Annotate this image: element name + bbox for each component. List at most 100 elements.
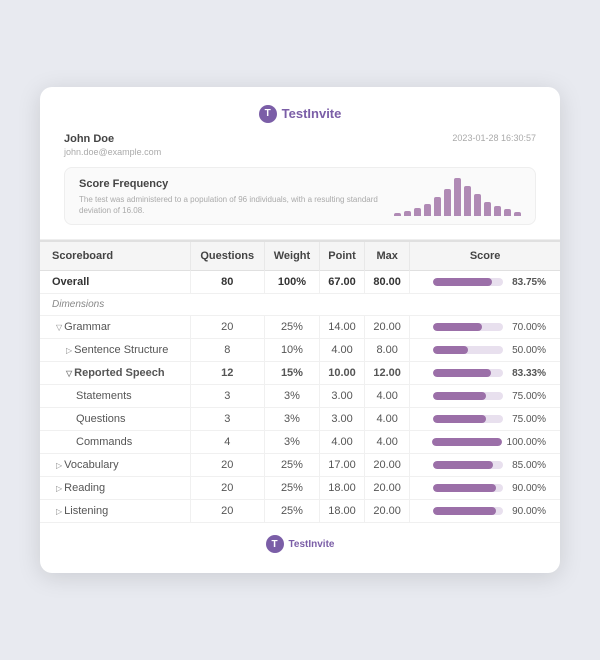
table-header-row: Scoreboard Questions Weight Point Max Sc… <box>40 241 560 271</box>
logo: T TestInvite <box>259 105 342 123</box>
row-weight: 3% <box>264 385 319 408</box>
row-max: 4.00 <box>365 431 410 454</box>
row-score: 90.00% <box>410 500 560 523</box>
score-frequency-box: Score Frequency The test was administere… <box>64 167 536 225</box>
row-label: ▷Reading <box>40 477 190 500</box>
row-questions: 20 <box>190 454 264 477</box>
table-row: Questions 3 3% 3.00 4.00 75.00% <box>40 408 560 431</box>
score-cell: 75.00% <box>416 391 554 402</box>
pct-label: 75.00% <box>508 414 546 425</box>
footer-logo: T TestInvite <box>266 535 335 553</box>
table-row: ▷Listening 20 25% 18.00 20.00 90.00% <box>40 500 560 523</box>
bar <box>414 208 421 216</box>
row-score: 85.00% <box>410 454 560 477</box>
progress-bar-fill <box>433 461 493 469</box>
row-weight: 10% <box>264 339 319 362</box>
user-info-row: John Doe 2023-01-28 16:30:57 <box>64 133 536 145</box>
row-point: 3.00 <box>319 408 364 431</box>
chevron-down-icon[interactable]: ▽ <box>56 323 62 332</box>
score-table: Scoreboard Questions Weight Point Max Sc… <box>40 240 560 523</box>
row-label: Commands <box>40 431 190 454</box>
row-weight: 15% <box>264 362 319 385</box>
row-label: ▷Vocabulary <box>40 454 190 477</box>
chevron-right-icon[interactable]: ▷ <box>66 346 72 355</box>
row-point: 67.00 <box>319 271 364 294</box>
chevron-right-icon[interactable]: ▷ <box>56 461 62 470</box>
row-max: 20.00 <box>365 316 410 339</box>
table-row: ▷Sentence Structure 8 10% 4.00 8.00 50.0… <box>40 339 560 362</box>
row-weight: 25% <box>264 454 319 477</box>
logo-name: TestInvite <box>282 106 342 121</box>
bar <box>424 204 431 216</box>
progress-bar-fill <box>433 278 492 286</box>
pct-label: 85.00% <box>508 460 546 471</box>
row-point: 4.00 <box>319 431 364 454</box>
bar-chart <box>394 178 521 216</box>
row-label: ▽Reported Speech <box>40 362 190 385</box>
pct-label: 90.00% <box>508 483 546 494</box>
progress-bar-fill <box>432 438 502 446</box>
progress-bar-bg <box>433 346 503 354</box>
row-label: ▷Sentence Structure <box>40 339 190 362</box>
row-score: 50.00% <box>410 339 560 362</box>
table-row: ▽Grammar 20 25% 14.00 20.00 70.00% <box>40 316 560 339</box>
score-cell: 90.00% <box>416 506 554 517</box>
row-point: 18.00 <box>319 477 364 500</box>
col-score: Score <box>410 241 560 271</box>
pct-label: 83.75% <box>508 277 546 288</box>
row-max: 4.00 <box>365 408 410 431</box>
row-weight: 25% <box>264 500 319 523</box>
pct-label: 70.00% <box>508 322 546 333</box>
row-score: 70.00% <box>410 316 560 339</box>
row-weight: 3% <box>264 431 319 454</box>
bar <box>444 189 451 216</box>
progress-bar-fill <box>433 392 486 400</box>
row-max: 20.00 <box>365 500 410 523</box>
progress-bar-bg <box>433 278 503 286</box>
row-max: 12.00 <box>365 362 410 385</box>
row-label: ▷Listening <box>40 500 190 523</box>
score-frequency-text: Score Frequency The test was administere… <box>79 178 380 216</box>
row-weight: 25% <box>264 316 319 339</box>
card-footer: T TestInvite <box>40 523 560 553</box>
col-point: Point <box>319 241 364 271</box>
chevron-right-icon[interactable]: ▷ <box>56 484 62 493</box>
pct-label: 100.00% <box>507 437 546 448</box>
row-weight: 25% <box>264 477 319 500</box>
col-questions: Questions <box>190 241 264 271</box>
row-score: 75.00% <box>410 385 560 408</box>
progress-bar-bg <box>432 438 502 446</box>
row-max: 4.00 <box>365 385 410 408</box>
row-point: 18.00 <box>319 500 364 523</box>
row-max: 8.00 <box>365 339 410 362</box>
score-cell: 50.00% <box>416 345 554 356</box>
col-weight: Weight <box>264 241 319 271</box>
row-point: 10.00 <box>319 362 364 385</box>
table-row: Dimensions <box>40 294 560 316</box>
row-questions: 3 <box>190 408 264 431</box>
progress-bar-bg <box>433 323 503 331</box>
pct-label: 90.00% <box>508 506 546 517</box>
row-point: 4.00 <box>319 339 364 362</box>
bar <box>454 178 461 216</box>
score-cell: 75.00% <box>416 414 554 425</box>
chevron-right-icon[interactable]: ▷ <box>56 507 62 516</box>
progress-bar-fill <box>433 346 468 354</box>
user-email: john.doe@example.com <box>64 147 536 157</box>
col-max: Max <box>365 241 410 271</box>
pct-label: 83.33% <box>508 368 546 379</box>
score-cell: 85.00% <box>416 460 554 471</box>
bar <box>474 194 481 216</box>
score-frequency-desc: The test was administered to a populatio… <box>79 194 380 216</box>
progress-bar-fill <box>433 507 496 515</box>
row-point: 17.00 <box>319 454 364 477</box>
row-questions: 20 <box>190 316 264 339</box>
row-point: 3.00 <box>319 385 364 408</box>
progress-bar-fill <box>433 415 486 423</box>
row-questions: 20 <box>190 500 264 523</box>
score-cell: 83.33% <box>416 368 554 379</box>
chevron-down-icon[interactable]: ▽ <box>66 369 72 378</box>
bar <box>514 212 521 216</box>
progress-bar-fill <box>433 484 496 492</box>
row-label: Statements <box>40 385 190 408</box>
